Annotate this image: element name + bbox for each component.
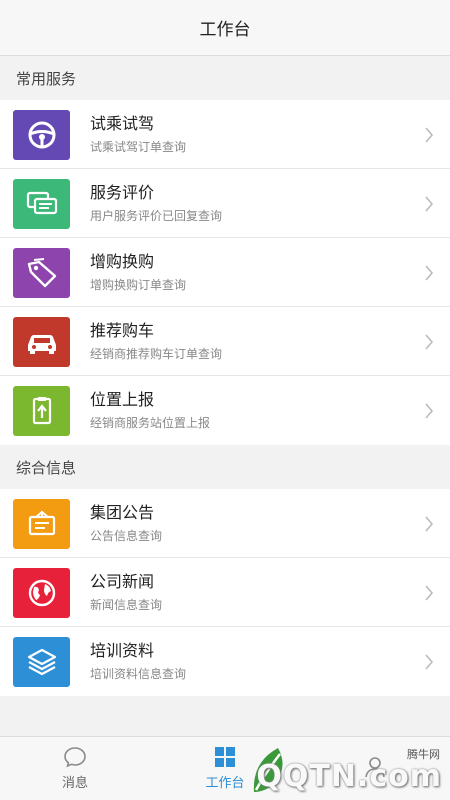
chevron-right-icon (414, 653, 444, 670)
list-item-title: 公司新闻 (90, 572, 155, 591)
globe-icon (13, 567, 70, 618)
list-item-subtitle: 培训资料信息查询 (90, 667, 187, 681)
list-item-subtitle: 用户服务评价已回复查询 (90, 209, 223, 223)
tab-label: 工作台 (205, 776, 245, 791)
list-item-recommend-purchase[interactable]: 推荐购车 经销商推荐购车订单查询 (0, 307, 450, 376)
tab-messages[interactable]: 消息 (0, 737, 150, 800)
list-item-subtitle: 增购换购订单查询 (90, 278, 187, 292)
message-icon (64, 747, 86, 768)
layers-icon (13, 636, 70, 687)
list-item-title: 推荐购车 (90, 321, 155, 340)
list-item-title: 服务评价 (90, 183, 155, 202)
car-icon (13, 316, 70, 367)
list-item-subtitle: 公告信息查询 (90, 529, 163, 543)
section-header-general-info: 综合信息 (0, 445, 450, 489)
tab-workbench[interactable]: 工作台 (150, 737, 300, 800)
chevron-right-icon (414, 333, 444, 350)
top-bar: 工作台 (0, 0, 450, 56)
list-item-title: 位置上报 (90, 390, 155, 409)
tab-profile[interactable] (300, 737, 450, 800)
notice-board-icon (13, 498, 70, 549)
list-item-subtitle: 新闻信息查询 (90, 598, 163, 612)
section-header-common-services: 常用服务 (0, 56, 450, 100)
location-upload-icon (13, 385, 70, 436)
list-item-subtitle: 经销商推荐购车订单查询 (90, 347, 223, 361)
list-item-title: 增购换购 (90, 252, 155, 271)
list-item-title: 培训资料 (90, 641, 155, 660)
list-item-subtitle: 试乘试驾订单查询 (90, 140, 187, 154)
list-item-location-report[interactable]: 位置上报 经销商服务站位置上报 (0, 376, 450, 445)
steering-wheel-icon (13, 109, 70, 160)
tab-label: 消息 (61, 776, 88, 791)
list-item-title: 集团公告 (90, 503, 155, 522)
page-title: 工作台 (199, 20, 251, 40)
bottom-tab-bar: 消息 工作台 (0, 736, 450, 800)
chevron-right-icon (414, 195, 444, 212)
chat-bubbles-icon (13, 178, 70, 229)
general-info-list: 集团公告 公告信息查询 公司新闻 新闻信息查询 培训资料 培训资料信息查询 (0, 489, 450, 696)
list-item-test-drive[interactable]: 试乘试驾 试乘试驾订单查询 (0, 100, 450, 169)
chevron-right-icon (414, 584, 444, 601)
person-icon (365, 756, 385, 777)
price-tag-icon (13, 247, 70, 298)
list-item-training-materials[interactable]: 培训资料 培训资料信息查询 (0, 627, 450, 696)
list-item-subtitle: 经销商服务站位置上报 (90, 416, 211, 430)
chevron-right-icon (414, 515, 444, 532)
grid-icon (215, 747, 235, 767)
chevron-right-icon (414, 126, 444, 143)
list-item-add-purchase[interactable]: 增购换购 增购换购订单查询 (0, 238, 450, 307)
chevron-right-icon (414, 264, 444, 281)
list-item-title: 试乘试驾 (90, 114, 155, 133)
common-services-list: 试乘试驾 试乘试驾订单查询 服务评价 用户服务评价已回复查询 增购换购 增购换购… (0, 100, 450, 445)
list-item-group-notice[interactable]: 集团公告 公告信息查询 (0, 489, 450, 558)
chevron-right-icon (414, 402, 444, 419)
list-item-company-news[interactable]: 公司新闻 新闻信息查询 (0, 558, 450, 627)
list-item-service-rating[interactable]: 服务评价 用户服务评价已回复查询 (0, 169, 450, 238)
